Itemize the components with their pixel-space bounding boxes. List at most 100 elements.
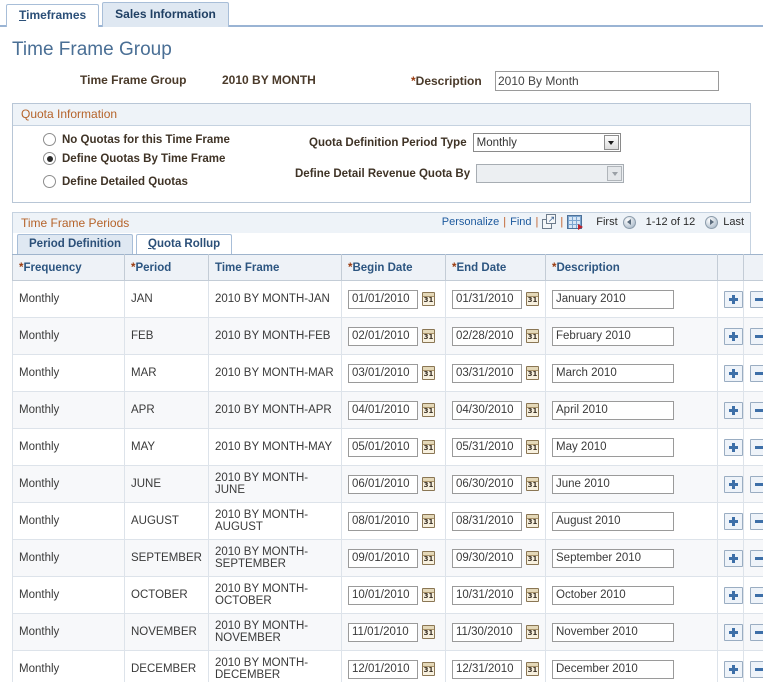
delete-row-button[interactable] bbox=[750, 327, 763, 345]
end-date-input[interactable] bbox=[452, 363, 522, 383]
tab-period-definition[interactable]: Period Definition bbox=[17, 234, 133, 254]
calendar-icon[interactable] bbox=[526, 292, 539, 306]
add-row-button[interactable] bbox=[724, 660, 743, 678]
row-description-input[interactable] bbox=[552, 474, 674, 494]
download-grid-icon[interactable] bbox=[567, 215, 584, 230]
row-description-input[interactable] bbox=[552, 437, 674, 457]
delete-row-button[interactable] bbox=[750, 586, 763, 604]
delete-row-button[interactable] bbox=[750, 401, 763, 419]
row-description-input[interactable] bbox=[552, 548, 674, 568]
calendar-icon[interactable] bbox=[526, 403, 539, 417]
end-date-input[interactable] bbox=[452, 622, 522, 642]
calendar-icon[interactable] bbox=[526, 662, 539, 676]
expand-icon[interactable] bbox=[542, 213, 557, 229]
radio-define-by-time-frame[interactable]: Define Quotas By Time Frame bbox=[43, 152, 225, 165]
row-description-input[interactable] bbox=[552, 289, 674, 309]
begin-date-input[interactable] bbox=[348, 289, 418, 309]
calendar-icon[interactable] bbox=[422, 329, 435, 343]
delete-row-button[interactable] bbox=[750, 475, 763, 493]
add-row-button[interactable] bbox=[724, 401, 743, 419]
begin-date-input[interactable] bbox=[348, 437, 418, 457]
row-description-input[interactable] bbox=[552, 400, 674, 420]
delete-row-button[interactable] bbox=[750, 290, 763, 308]
col-frequency[interactable]: *Frequency bbox=[12, 254, 125, 281]
delete-row-button[interactable] bbox=[750, 660, 763, 678]
add-row-button[interactable] bbox=[724, 549, 743, 567]
add-row-button[interactable] bbox=[724, 327, 743, 345]
radio-no-quotas[interactable]: No Quotas for this Time Frame bbox=[43, 133, 230, 146]
next-page-icon[interactable] bbox=[705, 215, 719, 229]
col-period[interactable]: *Period bbox=[124, 254, 209, 281]
begin-date-input[interactable] bbox=[348, 326, 418, 346]
calendar-icon[interactable] bbox=[422, 366, 435, 380]
quota-definition-period-type-select[interactable]: Monthly bbox=[472, 133, 621, 152]
row-description-input[interactable] bbox=[552, 511, 674, 531]
calendar-icon[interactable] bbox=[422, 440, 435, 454]
tab-sales-information[interactable]: Sales Information bbox=[102, 2, 229, 27]
calendar-icon[interactable] bbox=[422, 551, 435, 565]
end-date-input[interactable] bbox=[452, 437, 522, 457]
calendar-icon[interactable] bbox=[526, 625, 539, 639]
col-end-date[interactable]: *End Date bbox=[445, 254, 546, 281]
calendar-icon[interactable] bbox=[422, 514, 435, 528]
calendar-icon[interactable] bbox=[526, 329, 539, 343]
begin-date-input[interactable] bbox=[348, 622, 418, 642]
pager-last-label[interactable]: Last bbox=[723, 216, 744, 228]
row-description-input[interactable] bbox=[552, 585, 674, 605]
calendar-icon[interactable] bbox=[422, 292, 435, 306]
begin-date-input[interactable] bbox=[348, 511, 418, 531]
personalize-link[interactable]: Personalize bbox=[442, 216, 499, 228]
begin-date-input[interactable] bbox=[348, 548, 418, 568]
begin-date-input[interactable] bbox=[348, 363, 418, 383]
calendar-icon[interactable] bbox=[526, 440, 539, 454]
tab-quota-rollup[interactable]: Quota Rollup bbox=[136, 234, 233, 254]
radio-define-detailed-quotas[interactable]: Define Detailed Quotas bbox=[43, 175, 188, 188]
add-row-button[interactable] bbox=[724, 623, 743, 641]
add-row-button[interactable] bbox=[724, 475, 743, 493]
end-date-input[interactable] bbox=[452, 474, 522, 494]
col-begin-date[interactable]: *Begin Date bbox=[341, 254, 446, 281]
row-description-input[interactable] bbox=[552, 622, 674, 642]
delete-row-button[interactable] bbox=[750, 438, 763, 456]
calendar-icon[interactable] bbox=[526, 514, 539, 528]
pager-first-label[interactable]: First bbox=[596, 216, 617, 228]
begin-date-input[interactable] bbox=[348, 585, 418, 605]
add-row-button[interactable] bbox=[724, 290, 743, 308]
calendar-icon[interactable] bbox=[526, 366, 539, 380]
begin-date-input[interactable] bbox=[348, 400, 418, 420]
description-input[interactable] bbox=[495, 71, 719, 91]
calendar-icon[interactable] bbox=[526, 588, 539, 602]
add-row-button[interactable] bbox=[724, 364, 743, 382]
add-row-button[interactable] bbox=[724, 512, 743, 530]
end-date-input[interactable] bbox=[452, 400, 522, 420]
end-date-input[interactable] bbox=[452, 585, 522, 605]
tab-timeframes[interactable]: Timeframes bbox=[6, 4, 100, 27]
end-date-input[interactable] bbox=[452, 548, 522, 568]
end-date-input[interactable] bbox=[452, 511, 522, 531]
calendar-icon[interactable] bbox=[422, 625, 435, 639]
end-date-input[interactable] bbox=[452, 326, 522, 346]
calendar-icon[interactable] bbox=[526, 477, 539, 491]
begin-date-input[interactable] bbox=[348, 474, 418, 494]
delete-row-button[interactable] bbox=[750, 512, 763, 530]
calendar-icon[interactable] bbox=[526, 551, 539, 565]
delete-row-button[interactable] bbox=[750, 364, 763, 382]
row-description-input[interactable] bbox=[552, 659, 674, 679]
row-description-input[interactable] bbox=[552, 363, 674, 383]
col-description[interactable]: *Description bbox=[545, 254, 718, 281]
end-date-input[interactable] bbox=[452, 289, 522, 309]
delete-row-button[interactable] bbox=[750, 549, 763, 567]
calendar-icon[interactable] bbox=[422, 477, 435, 491]
calendar-icon[interactable] bbox=[422, 662, 435, 676]
calendar-icon[interactable] bbox=[422, 403, 435, 417]
row-description-input[interactable] bbox=[552, 326, 674, 346]
end-date-input[interactable] bbox=[452, 659, 522, 679]
find-link[interactable]: Find bbox=[510, 216, 531, 228]
begin-date-input[interactable] bbox=[348, 659, 418, 679]
add-row-button[interactable] bbox=[724, 438, 743, 456]
delete-row-button[interactable] bbox=[750, 623, 763, 641]
chevron-down-icon[interactable] bbox=[603, 135, 619, 150]
add-row-button[interactable] bbox=[724, 586, 743, 604]
calendar-icon[interactable] bbox=[422, 588, 435, 602]
previous-page-icon[interactable] bbox=[622, 215, 636, 229]
